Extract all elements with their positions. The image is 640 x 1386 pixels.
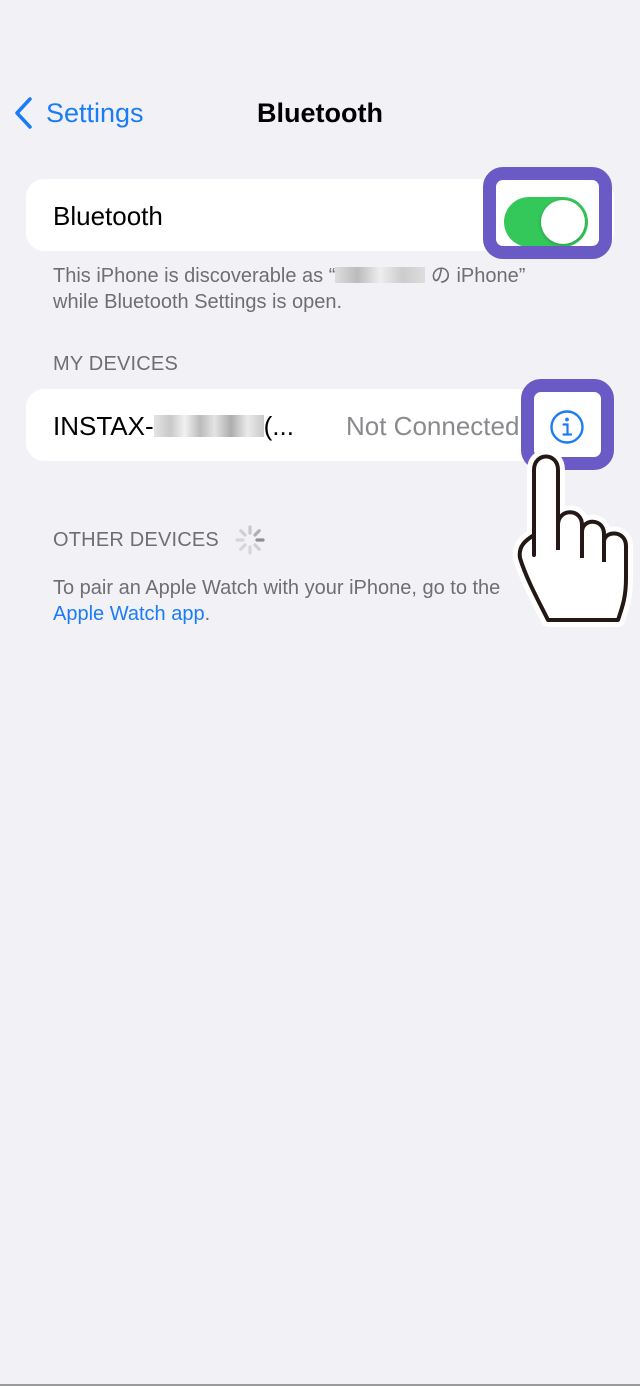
device-row[interactable]: INSTAX- (... Not Connected	[26, 389, 614, 461]
pair-text: To pair an Apple Watch with your iPhone,…	[53, 577, 501, 599]
bluetooth-label: Bluetooth	[53, 201, 163, 231]
device-name-suffix: (...	[263, 411, 294, 441]
apple-watch-app-link[interactable]: Apple Watch app	[53, 603, 205, 625]
info-circle-icon[interactable]	[549, 409, 585, 445]
apple-watch-note: To pair an Apple Watch with your iPhone,…	[53, 575, 500, 627]
discoverable-line2: while Bluetooth Settings is open.	[53, 291, 343, 313]
my-devices-header: MY DEVICES	[53, 353, 178, 375]
loading-spinner-icon	[235, 525, 265, 555]
redacted-device-id	[153, 415, 264, 437]
page-title: Bluetooth	[257, 98, 383, 128]
discoverable-prefix: This iPhone is discoverable as “	[53, 265, 336, 287]
bluetooth-row: Bluetooth	[26, 179, 614, 251]
device-status: Not Connected	[346, 411, 520, 441]
discoverable-suffix: の iPhone”	[425, 265, 526, 287]
other-devices-header: OTHER DEVICES	[53, 523, 267, 557]
device-name-prefix: INSTAX-	[53, 411, 154, 441]
redacted-device-owner	[335, 267, 426, 283]
device-name: INSTAX- (...	[53, 411, 294, 442]
pair-end: .	[204, 603, 211, 625]
navigation-bar: Settings Bluetooth	[0, 80, 640, 148]
pointing-hand-icon	[512, 450, 633, 627]
other-devices-label: OTHER DEVICES	[53, 528, 219, 551]
toggle-knob	[541, 200, 585, 244]
discoverable-note: This iPhone is discoverable as “ の iPhon…	[53, 263, 525, 315]
bluetooth-toggle[interactable]	[504, 197, 588, 247]
